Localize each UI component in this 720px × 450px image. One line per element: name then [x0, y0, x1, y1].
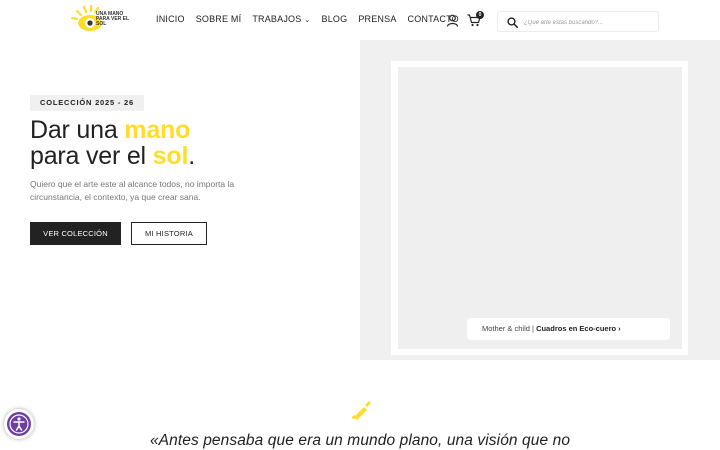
search-icon[interactable]: [507, 17, 518, 28]
view-collection-button[interactable]: VER COLECCIÓN: [30, 222, 121, 245]
nav-item-inicio[interactable]: INICIO: [156, 14, 185, 24]
hero-subtitle: Quiero que el arte este al alcance todos…: [30, 179, 235, 202]
headline-part-2: para ver el: [30, 142, 153, 170]
headline-period: .: [188, 142, 195, 170]
hero-headline: Dar una mano para ver el sol.: [30, 117, 195, 169]
headline-part-1: Dar una: [30, 116, 125, 144]
headline-highlight-mano: mano: [124, 116, 191, 144]
cart-count-badge: 0: [476, 11, 484, 19]
site-header: UNA MANO PARA VER EL SOL INICIO SOBRE MÍ…: [0, 0, 720, 40]
artwork-category-link[interactable]: Cuadros en Eco-cuero ›: [536, 324, 621, 333]
main-nav: INICIO SOBRE MÍ TRABAJOS ⌄ BLOG PRENSA CO…: [156, 14, 470, 24]
user-icon[interactable]: [446, 14, 459, 27]
search-box: [497, 11, 659, 32]
artwork-image[interactable]: [398, 67, 682, 349]
paintbrush-icon: [352, 401, 371, 420]
accessibility-button[interactable]: [4, 409, 34, 439]
nav-item-trabajos[interactable]: TRABAJOS ⌄: [252, 14, 310, 24]
collection-badge: COLECCIÓN 2025 - 26: [30, 95, 144, 111]
logo-text: UNA MANO PARA VER EL SOL: [96, 11, 129, 27]
accessibility-icon: [7, 412, 31, 436]
nav-item-trabajos-label: TRABAJOS: [252, 14, 302, 24]
artwork-caption[interactable]: Mother & child | Cuadros en Eco-cuero ›: [467, 318, 670, 340]
artwork-title: Mother & child: [482, 324, 530, 333]
headline-highlight-sol: sol: [152, 142, 189, 170]
my-story-button[interactable]: MI HISTORIA: [131, 222, 207, 245]
nav-item-blog[interactable]: BLOG: [322, 14, 348, 24]
nav-item-sobre-mi[interactable]: SOBRE MÍ: [196, 14, 242, 24]
nav-item-prensa[interactable]: PRENSA: [358, 14, 396, 24]
search-input[interactable]: [522, 15, 656, 31]
chevron-down-icon: ⌄: [304, 17, 311, 24]
testimonial-quote: «Antes pensaba que era un mundo plano, u…: [149, 432, 571, 449]
